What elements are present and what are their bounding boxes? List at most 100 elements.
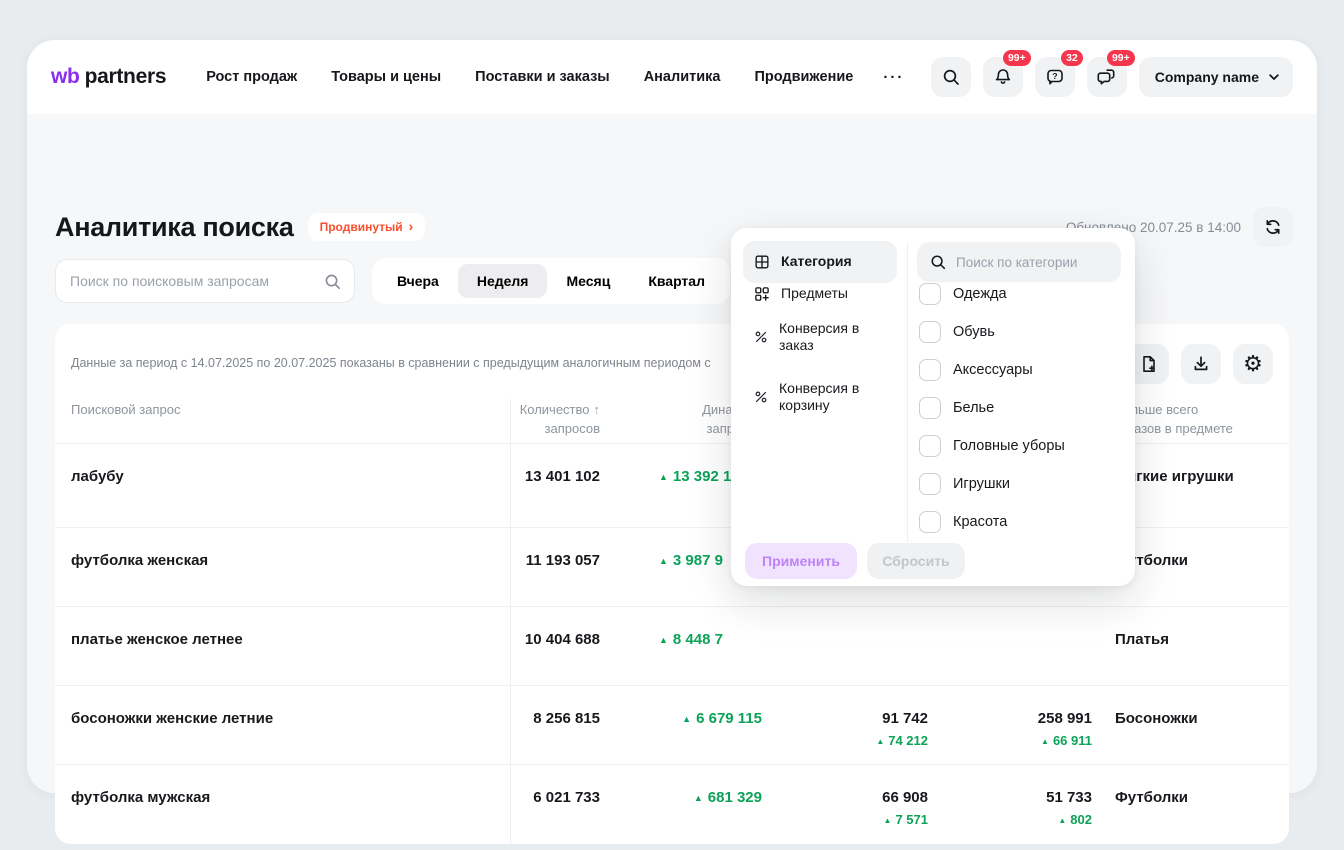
count-cell: 6 021 733 — [335, 789, 600, 806]
table-actions: ⚙ — [1129, 344, 1273, 384]
filter-menu-order-conversion[interactable]: Конверсия в заказ — [743, 317, 897, 357]
query-search-field — [55, 259, 355, 303]
apply-button[interactable]: Применить — [745, 543, 857, 579]
checkbox-icon[interactable] — [919, 321, 941, 343]
download-button[interactable] — [1181, 344, 1221, 384]
grid-plus-icon — [753, 285, 771, 303]
nav-item-analytics[interactable]: Аналитика — [644, 69, 721, 85]
download-icon — [1191, 354, 1211, 374]
refresh-button[interactable] — [1253, 207, 1293, 247]
query-cell: платье женское летнее — [71, 631, 243, 648]
logo-wb: wb — [51, 65, 80, 88]
category-option-shoes[interactable]: Обувь — [919, 313, 1065, 351]
period-yesterday[interactable]: Вчера — [378, 264, 458, 298]
category-option-accessories[interactable]: Аксессуары — [919, 351, 1065, 389]
app-window: wbpartners Рост продаж Товары и цены Пос… — [27, 40, 1317, 793]
search-icon — [941, 67, 961, 87]
category-option-underwear[interactable]: Белье — [919, 389, 1065, 427]
count-cell: 8 256 815 — [335, 710, 600, 727]
up-triangle-icon — [659, 552, 673, 569]
wb-partners-logo[interactable]: wbpartners — [51, 65, 166, 89]
category-options-list: Одежда Обувь Аксессуары Белье Головные у… — [919, 275, 1065, 541]
reset-button[interactable]: Сбросить — [867, 543, 965, 579]
refresh-icon — [1263, 217, 1283, 237]
help-badge: 32 — [1061, 50, 1083, 66]
grid-icon — [753, 253, 771, 271]
filter-menu-category[interactable]: Категория — [743, 241, 897, 283]
category-option-clothes[interactable]: Одежда — [919, 275, 1065, 313]
nav-item-sales-growth[interactable]: Рост продаж — [206, 69, 297, 85]
checkbox-icon[interactable] — [919, 397, 941, 419]
dynamics-cell: 8 448 7 — [611, 631, 762, 648]
up-triangle-icon — [659, 468, 673, 485]
items-cell: 258 991 66 911 — [972, 710, 1092, 748]
svg-text:?: ? — [1052, 71, 1057, 81]
checkbox-icon[interactable] — [919, 435, 941, 457]
document-plus-icon — [1139, 354, 1159, 374]
col-header-count[interactable]: Количество запросов — [335, 401, 600, 439]
search-button[interactable] — [931, 57, 971, 97]
up-triangle-icon — [884, 812, 896, 827]
checkbox-icon[interactable] — [919, 283, 941, 305]
period-quarter[interactable]: Квартал — [629, 264, 724, 298]
up-triangle-icon — [876, 733, 888, 748]
percent-icon — [753, 389, 769, 405]
query-cell: лабубу — [71, 468, 124, 485]
chevron-down-icon — [1267, 70, 1281, 84]
period-month[interactable]: Месяц — [547, 264, 629, 298]
table-row: футболка мужская 6 021 733 681 329 66 90… — [55, 765, 1289, 841]
category-option-beauty[interactable]: Красота — [919, 503, 1065, 541]
chat-button[interactable]: 99+ — [1087, 57, 1127, 97]
query-cell: футболка мужская — [71, 789, 210, 806]
period-segmented-control: Вчера Неделя Месяц Квартал — [372, 258, 730, 304]
company-name: Company name — [1155, 69, 1259, 85]
notifications-button[interactable]: 99+ — [983, 57, 1023, 97]
nav-item-goods-prices[interactable]: Товары и цены — [331, 69, 441, 85]
count-cell: 10 404 688 — [335, 631, 600, 648]
plan-badge[interactable]: Продвинутый — [308, 213, 426, 241]
settings-button[interactable]: ⚙ — [1233, 344, 1273, 384]
dynamics-cell: 6 679 115 — [611, 710, 762, 727]
items-cell: 51 733 802 — [972, 789, 1092, 827]
count-cell: 11 193 057 — [335, 552, 600, 569]
page-title: Аналитика поиска — [55, 212, 294, 243]
dynamics-cell: 681 329 — [611, 789, 762, 806]
subject-cell: Босоножки — [1115, 710, 1198, 727]
chat-badge: 99+ — [1107, 50, 1135, 66]
up-triangle-icon — [682, 710, 696, 727]
panel-divider — [907, 242, 908, 542]
category-option-toys[interactable]: Игрушки — [919, 465, 1065, 503]
nav-item-supplies-orders[interactable]: Поставки и заказы — [475, 69, 610, 85]
filter-menu-subjects[interactable]: Предметы — [743, 278, 897, 310]
logo-partners: partners — [85, 65, 167, 88]
nav-more-icon[interactable] — [883, 69, 904, 86]
query-cell: босоножки женские летние — [71, 710, 273, 727]
category-search-input[interactable] — [956, 255, 1109, 270]
orders-cell: 91 742 74 212 — [808, 710, 928, 748]
up-triangle-icon — [1041, 733, 1053, 748]
create-report-button[interactable] — [1129, 344, 1169, 384]
table-row: босоножки женские летние 8 256 815 6 679… — [55, 686, 1289, 765]
orders-cell: 66 908 7 571 — [808, 789, 928, 827]
table-row: платье женское летнее 10 404 688 8 448 7… — [55, 607, 1289, 686]
filter-menu-cart-conversion[interactable]: Конверсия в корзину — [743, 377, 897, 417]
checkbox-icon[interactable] — [919, 511, 941, 533]
period-week[interactable]: Неделя — [458, 264, 548, 298]
gear-icon: ⚙ — [1243, 353, 1263, 375]
notifications-badge: 99+ — [1003, 50, 1031, 66]
search-icon — [929, 253, 947, 271]
up-triangle-icon — [659, 631, 673, 648]
query-search-input[interactable] — [70, 273, 323, 289]
col-header-query: Поисковой запрос — [71, 401, 180, 420]
chat-bubbles-icon — [1097, 67, 1117, 87]
query-cell: футболка женская — [71, 552, 208, 569]
company-selector[interactable]: Company name — [1139, 57, 1293, 97]
subject-cell: Платья — [1115, 631, 1169, 648]
up-triangle-icon — [694, 789, 708, 806]
checkbox-icon[interactable] — [919, 359, 941, 381]
category-option-headwear[interactable]: Головные уборы — [919, 427, 1065, 465]
nav-item-promotion[interactable]: Продвижение — [754, 69, 853, 85]
filters-dropdown: Категория Предметы Конверсия в заказ Кон… — [731, 228, 1135, 586]
help-button[interactable]: ? 32 — [1035, 57, 1075, 97]
checkbox-icon[interactable] — [919, 473, 941, 495]
